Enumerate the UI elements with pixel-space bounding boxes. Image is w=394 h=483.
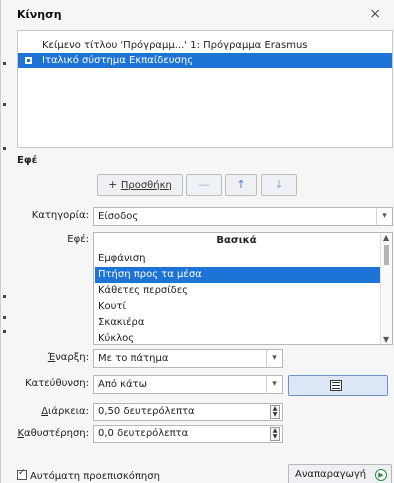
move-down-button[interactable]: ↓ [261, 174, 297, 196]
checkbox-checked-icon[interactable] [17, 468, 27, 480]
chevron-down-icon[interactable]: ▾ [376, 208, 392, 225]
side-marker [3, 295, 6, 298]
play-icon: ▶ [375, 469, 387, 481]
scroll-thumb[interactable] [384, 245, 389, 265]
effects-group-header: Βασικά [216, 235, 257, 246]
arrow-down-icon: ↓ [274, 178, 284, 191]
animation-item-label: Κείμενο τίτλου 'Πρόγραμμ...' 1: Πρόγραμμ… [42, 40, 308, 51]
effects-listbox[interactable]: Βασικά Εμφάνιση Πτήση προς τα μέσα Κάθετ… [93, 232, 393, 345]
duration-label: Διάρκεια: [41, 406, 89, 417]
minus-icon: — [198, 178, 210, 191]
category-combobox[interactable]: Είσοδος ▾ [93, 207, 393, 226]
direction-combobox[interactable]: Από κάτω ▾ [93, 375, 283, 394]
close-icon[interactable]: × [369, 6, 381, 22]
scroll-down-icon[interactable]: ▼ [383, 335, 389, 344]
side-marker [3, 316, 6, 319]
effect-item[interactable]: Κύκλος [95, 331, 380, 344]
effect-options-button[interactable] [288, 375, 388, 396]
plus-icon: + [108, 178, 118, 191]
delay-label: Καθυστέρηση: [17, 428, 89, 439]
side-marker [3, 103, 6, 106]
scroll-up-icon[interactable]: ▲ [383, 233, 389, 242]
add-button-label: Προσθήκη [120, 180, 172, 191]
panel-title: Κίνηση [17, 8, 62, 21]
move-up-button[interactable]: ↑ [225, 174, 257, 196]
expand-square-icon[interactable] [25, 57, 32, 64]
animation-list[interactable]: Κείμενο τίτλου 'Πρόγραμμ...' 1: Πρόγραμμ… [17, 30, 393, 148]
side-marker [3, 330, 6, 333]
effect-item-selected[interactable]: Πτήση προς τα μέσα [95, 267, 380, 283]
start-combobox[interactable]: Με το πάτημα ▾ [93, 349, 283, 368]
animation-list-item-selected[interactable]: Ιταλικό σύστημα Εκπαίδευσης [18, 53, 392, 68]
category-label: Κατηγορία: [31, 210, 89, 221]
play-label: Αναπαραγωγή [295, 469, 367, 480]
autopreview-label: Αυτόματη προεπισκόπηση [30, 471, 160, 482]
effect-item[interactable]: Κουτί [95, 299, 380, 315]
effect-item[interactable]: Κάθετες περσίδες [95, 283, 380, 299]
duration-spinbox[interactable]: 0,50 δευτερόλεπτα ▲ ▼ [93, 403, 283, 421]
delay-spinbox[interactable]: 0,0 δευτερόλεπτα ▲ ▼ [93, 425, 283, 443]
chevron-down-icon[interactable]: ▾ [266, 350, 282, 367]
side-marker [3, 147, 6, 150]
animation-item-label: Ιταλικό σύστημα Εκπαίδευσης [42, 55, 194, 66]
effects-scrollbar[interactable]: ▲ ▼ [380, 233, 392, 344]
side-marker [3, 62, 6, 65]
play-button[interactable]: Αναπαραγωγή ▶ [288, 464, 392, 483]
start-value: Με το πάτημα [98, 353, 169, 364]
effect-item[interactable]: Σκακιέρα [95, 315, 380, 331]
animation-sidebar-panel: Κίνηση × Κείμενο τίτλου 'Πρόγραμμ...' 1:… [0, 0, 394, 483]
remove-effect-button[interactable]: — [186, 174, 222, 196]
animation-list-item[interactable]: Κείμενο τίτλου 'Πρόγραμμ...' 1: Πρόγραμμ… [18, 38, 392, 53]
duration-value: 0,50 δευτερόλεπτα [98, 406, 195, 417]
effects-label: Εφέ: [67, 234, 89, 245]
panel-titlebar: Κίνηση × [17, 6, 394, 30]
direction-value: Από κάτω [98, 379, 148, 390]
effect-section-heading: Εφέ [17, 155, 38, 166]
category-value: Είσοδος [98, 211, 139, 222]
arrow-up-icon: ↑ [236, 178, 246, 191]
autopreview-checkbox[interactable]: Αυτόματη προεπισκόπηση [17, 468, 160, 482]
chevron-down-icon[interactable]: ▾ [266, 376, 282, 393]
add-effect-button[interactable]: + Προσθήκη [97, 174, 183, 196]
spin-arrows-icon[interactable]: ▲ ▼ [270, 427, 280, 441]
effect-item[interactable]: Εμφάνιση [95, 251, 380, 267]
spin-arrows-icon[interactable]: ▲ ▼ [270, 405, 280, 419]
start-label: Έναρξη: [47, 352, 89, 363]
options-dialog-icon [330, 380, 342, 391]
direction-label: Κατεύθυνση: [25, 378, 89, 389]
delay-value: 0,0 δευτερόλεπτα [98, 428, 189, 439]
